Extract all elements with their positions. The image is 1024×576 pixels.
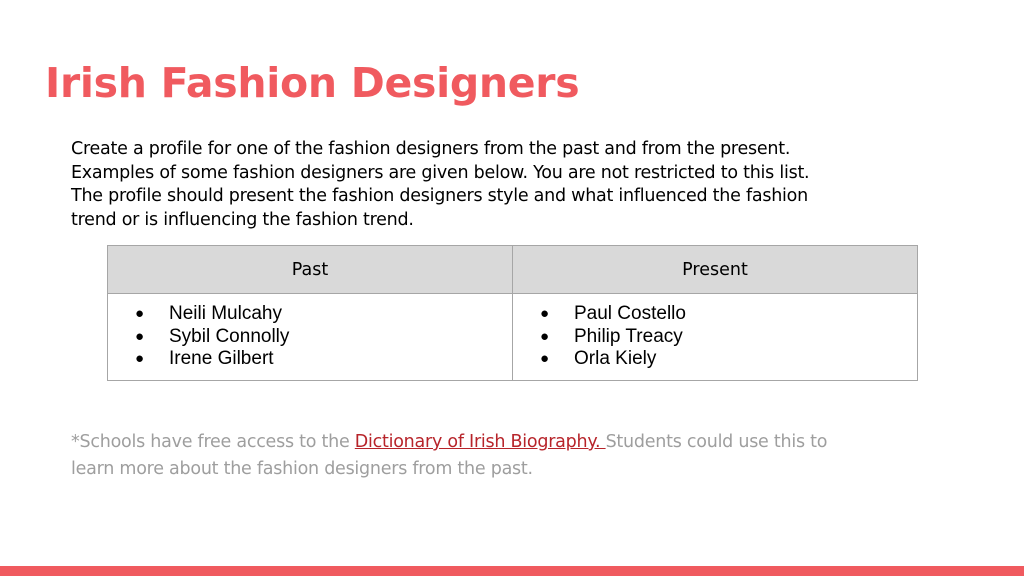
- slide-title: Irish Fashion Designers: [45, 59, 580, 107]
- list-item: ● Sybil Connolly: [108, 326, 512, 349]
- bullet-icon: ●: [540, 350, 550, 367]
- dictionary-of-irish-biography-link[interactable]: Dictionary of Irish Biography.: [355, 432, 606, 452]
- intro-line: Create a profile for one of the fashion …: [71, 139, 791, 159]
- list-item: ● Paul Costello: [513, 303, 917, 326]
- present-designers-cell: ● Paul Costello ● Philip Treacy ● Orla Kiel…: [512, 293, 918, 381]
- designer-name: Paul Costello: [574, 303, 686, 324]
- designer-name: Neili Mulcahy: [169, 303, 282, 324]
- intro-line: Examples of some fashion designers are g…: [71, 162, 810, 183]
- bullet-icon: ●: [540, 327, 550, 345]
- designers-table: Past Present ● Neili Mulcahy ● Sybil Conno…: [107, 245, 918, 381]
- bullet-icon: ●: [135, 305, 145, 322]
- designer-name: Irene Gilbert: [169, 348, 274, 369]
- column-header-past: Past: [107, 245, 513, 294]
- bullet-icon: ●: [135, 350, 145, 367]
- designer-name: Orla Kiely: [574, 348, 657, 369]
- intro-line: trend or is influencing the fashion tren…: [71, 210, 414, 231]
- footnote: *Schools have free access to the Diction…: [71, 429, 951, 483]
- present-designers-list: ● Paul Costello ● Philip Treacy ● Orla Kiel…: [513, 303, 917, 371]
- past-designers-list: ● Neili Mulcahy ● Sybil Connolly ● Irene Gi…: [108, 303, 512, 371]
- footnote-line-2: learn more about the fashion designers f…: [71, 459, 533, 479]
- designer-name: Philip Treacy: [574, 325, 683, 347]
- list-item: ● Neili Mulcahy: [108, 303, 512, 326]
- list-item: ● Orla Kiely: [513, 348, 917, 371]
- list-item: ● Philip Treacy: [513, 326, 917, 349]
- footnote-prefix: *Schools have free access to the: [71, 432, 355, 452]
- bullet-icon: ●: [540, 305, 550, 322]
- list-item: ● Irene Gilbert: [108, 348, 512, 371]
- bullet-icon: ●: [135, 327, 145, 345]
- designer-name: Sybil Connolly: [169, 325, 290, 347]
- intro-line: The profile should present the fashion d…: [71, 186, 808, 207]
- intro-paragraph: Create a profile for one of the fashion …: [71, 138, 931, 233]
- bottom-accent-bar: [0, 566, 1024, 576]
- footnote-line-1: *Schools have free access to the Diction…: [71, 429, 951, 456]
- footnote-suffix: Students could use this to: [605, 432, 828, 452]
- column-header-present: Present: [512, 245, 918, 294]
- past-designers-cell: ● Neili Mulcahy ● Sybil Connolly ● Irene Gi…: [107, 293, 513, 381]
